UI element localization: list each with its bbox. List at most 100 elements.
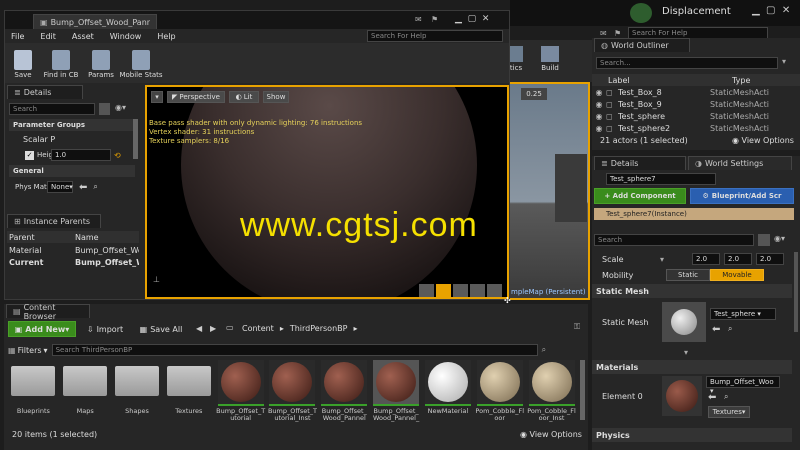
ip-row[interactable]: Material Bump_Offset_Wood (7, 244, 139, 256)
content-search-icon[interactable]: ⌕ (542, 345, 546, 355)
outliner-col-label[interactable]: Label (608, 76, 732, 85)
world-outliner-tab[interactable]: ◍ World Outliner (594, 38, 690, 52)
visibility-eye-icon[interactable]: ◉ (592, 100, 606, 109)
show-button[interactable]: Show (263, 91, 289, 103)
visibility-eye-icon[interactable]: ◉ (592, 112, 606, 121)
material-thumbnail[interactable] (662, 376, 702, 416)
filters-button[interactable]: Filters (18, 346, 42, 355)
mobile-stats-button[interactable]: Mobile Stats (117, 48, 165, 79)
menu-item-edit[interactable]: Edit (40, 32, 56, 41)
static-mesh-back-icon[interactable]: ⬅ (712, 324, 720, 335)
instance-parents-tab[interactable]: ⊞ Instance Parents (7, 214, 101, 228)
content-scrollbar[interactable] (580, 360, 585, 420)
viewport-menu-button[interactable]: ▾ (151, 91, 163, 103)
scale-x-field[interactable]: 2.0 (692, 253, 720, 265)
find-in-cb-button[interactable]: Find in CB (37, 48, 85, 79)
bg-value-field[interactable]: 0.25 (521, 88, 547, 100)
content-item[interactable]: Pom_Cobble_Floor_Inst (526, 360, 577, 422)
menu-item-window[interactable]: Window (110, 32, 142, 41)
editor-window-controls[interactable]: ▁ ▢ ✕ (455, 14, 507, 24)
editor-details-scrollbar[interactable] (133, 119, 138, 159)
editor-details-search[interactable]: Search (9, 103, 95, 115)
outliner-search-input[interactable]: Search... (596, 57, 778, 69)
material-select[interactable]: Bump_Offset_Woo ▾ (706, 376, 780, 395)
instance-row[interactable]: Test_sphere7(Instance) (594, 208, 794, 220)
content-item[interactable]: Shapes (112, 360, 163, 415)
static-mesh-select[interactable]: Test_sphere ▾ (710, 308, 776, 320)
editor-chat-icon[interactable]: ✉ (415, 15, 422, 24)
perspective-button[interactable]: ◤ Perspective (167, 91, 225, 103)
plane-preview-icon[interactable] (453, 283, 468, 297)
editor-search-input[interactable]: Search For Help (367, 30, 503, 42)
lit-button[interactable]: ◐ Lit (229, 91, 259, 103)
add-new-button[interactable]: ▣ Add New ▾ (8, 321, 76, 337)
editor-document-tab[interactable]: ▣ Bump_Offset_Wood_Pann (33, 14, 157, 29)
outliner-row[interactable]: ◉ ◻ Test_Box_8 StaticMeshActi (592, 86, 792, 98)
physics-section[interactable]: Physics (592, 428, 792, 442)
static-mesh-thumbnail[interactable] (662, 302, 706, 342)
right-details-search[interactable]: Search (594, 234, 754, 246)
editor-details-tab[interactable]: ≣ Details (7, 85, 83, 99)
content-item[interactable]: Maps (60, 360, 111, 415)
save-all-button[interactable]: ▦ Save All (134, 321, 188, 337)
content-view-options[interactable]: ◉ View Options (520, 430, 582, 439)
scale-z-field[interactable]: 2.0 (756, 253, 784, 265)
phys-mat-back-icon[interactable]: ⬅ (79, 182, 87, 193)
chat-icon[interactable]: ✉ (600, 29, 614, 38)
actor-name-field[interactable]: Test_sphere7 (606, 173, 716, 185)
blueprint-button[interactable]: ⚙ Blueprint/Add Scr (690, 188, 794, 204)
add-component-button[interactable]: + Add Component (594, 188, 686, 204)
textures-button[interactable]: Textures ▾ (708, 406, 750, 418)
content-item[interactable]: Blueprints (8, 360, 59, 415)
content-item[interactable]: Bump_Offset_Tutorial (215, 360, 266, 422)
material-back-icon[interactable]: ⬅ (708, 392, 716, 403)
content-search-input[interactable]: Search ThirdPersonBP (51, 344, 538, 356)
window-controls[interactable]: ▁ ▢ ✕ (752, 5, 796, 16)
height-reset-icon[interactable]: ⟲ (114, 151, 121, 160)
visibility-eye-icon[interactable]: ◉ (592, 88, 606, 97)
scale-dropdown-icon[interactable]: ▾ (660, 255, 692, 264)
right-details-tab[interactable]: ≣ Details (594, 156, 686, 170)
outliner-view-options[interactable]: ◉ View Options (732, 136, 794, 145)
height-checkbox[interactable]: ✓ (25, 150, 34, 160)
general-section[interactable]: General (9, 165, 135, 177)
static-mesh-browse-icon[interactable]: ⌕ (728, 324, 732, 334)
material-preview-viewport[interactable]: ▾ ◤ Perspective ◐ Lit Show Base pass sha… (145, 85, 509, 299)
right-eye-icon[interactable]: ◉▾ (774, 234, 785, 243)
teapot-preview-icon[interactable] (487, 283, 502, 297)
menu-item-asset[interactable]: Asset (72, 32, 94, 41)
content-item[interactable]: Bump_Offset_Wood_Pannel (319, 360, 370, 422)
parameter-groups-section[interactable]: Parameter Groups (9, 119, 135, 131)
cylinder-preview-icon[interactable] (419, 283, 434, 297)
import-button[interactable]: ⇩ Import (80, 321, 130, 337)
right-scrollbar[interactable] (794, 252, 798, 332)
content-item[interactable]: NewMaterial (423, 360, 474, 415)
ip-row[interactable]: Current Bump_Offset_Wood (7, 256, 139, 268)
sphere-preview-button-icon[interactable] (436, 283, 451, 297)
content-item[interactable]: Bump_Offset_Wood_Pannel_ (371, 360, 422, 422)
menu-item-help[interactable]: Help (157, 32, 175, 41)
flag-icon[interactable]: ⚑ (614, 29, 628, 38)
editor-grid-icon[interactable] (99, 103, 110, 115)
params-button[interactable]: Params (85, 48, 117, 79)
breadcrumb-content[interactable]: Content (242, 324, 274, 333)
outliner-col-type[interactable]: Type (732, 76, 750, 85)
menu-item-file[interactable]: File (11, 32, 24, 41)
editor-flag-icon[interactable]: ⚑ (431, 15, 438, 24)
static-mesh-section[interactable]: Static Mesh (592, 284, 792, 298)
material-browse-icon[interactable]: ⌕ (724, 392, 728, 402)
back-arrow-icon[interactable]: ◀ (196, 324, 202, 333)
phys-mat-browse-icon[interactable]: ⌕ (93, 182, 97, 192)
breadcrumb-thirdpersonbp[interactable]: ThirdPersonBP (290, 324, 348, 333)
content-item[interactable]: Pom_Cobble_Floor (474, 360, 525, 422)
grid-view-icon[interactable] (758, 234, 770, 246)
height-value-field[interactable]: 1.0 (51, 149, 111, 161)
outliner-row[interactable]: ◉ ◻ Test_sphere2 StaticMeshActi (592, 122, 792, 134)
content-item[interactable]: Bump_Offset_Tutorial_Inst (267, 360, 318, 422)
visibility-eye-icon[interactable]: ◉ (592, 124, 606, 133)
scalar-group[interactable]: Scalar P (23, 135, 55, 144)
phys-mat-select[interactable]: None▾ (47, 181, 73, 193)
mobility-movable-button[interactable]: Movable (710, 269, 764, 281)
forward-arrow-icon[interactable]: ▶ (210, 324, 216, 333)
expand-chevron-icon[interactable]: ▾ (684, 348, 688, 357)
